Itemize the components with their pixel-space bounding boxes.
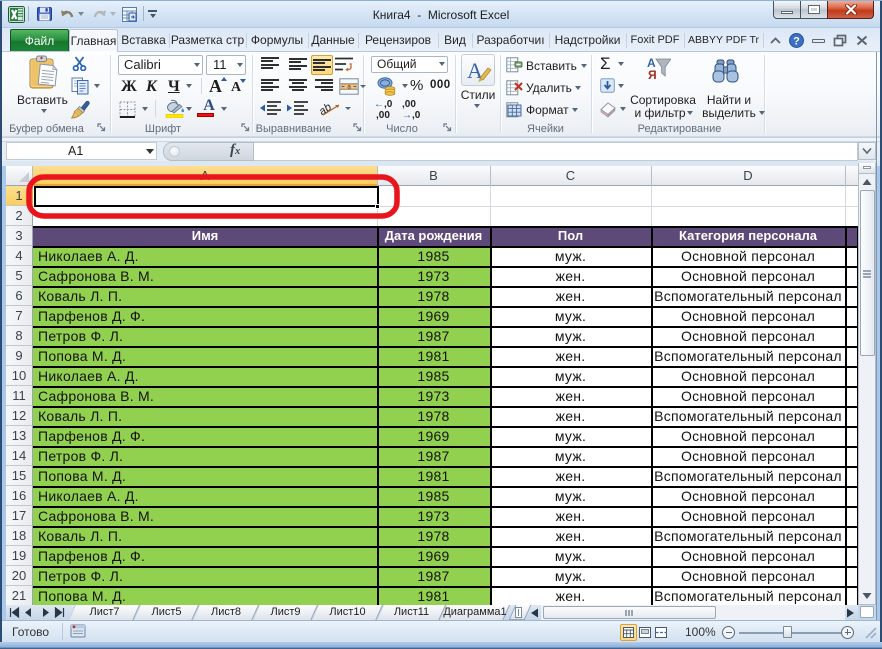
svg-text:?: ? xyxy=(793,35,800,47)
svg-text:Я: Я xyxy=(648,68,657,82)
svg-text:a: a xyxy=(347,83,351,90)
